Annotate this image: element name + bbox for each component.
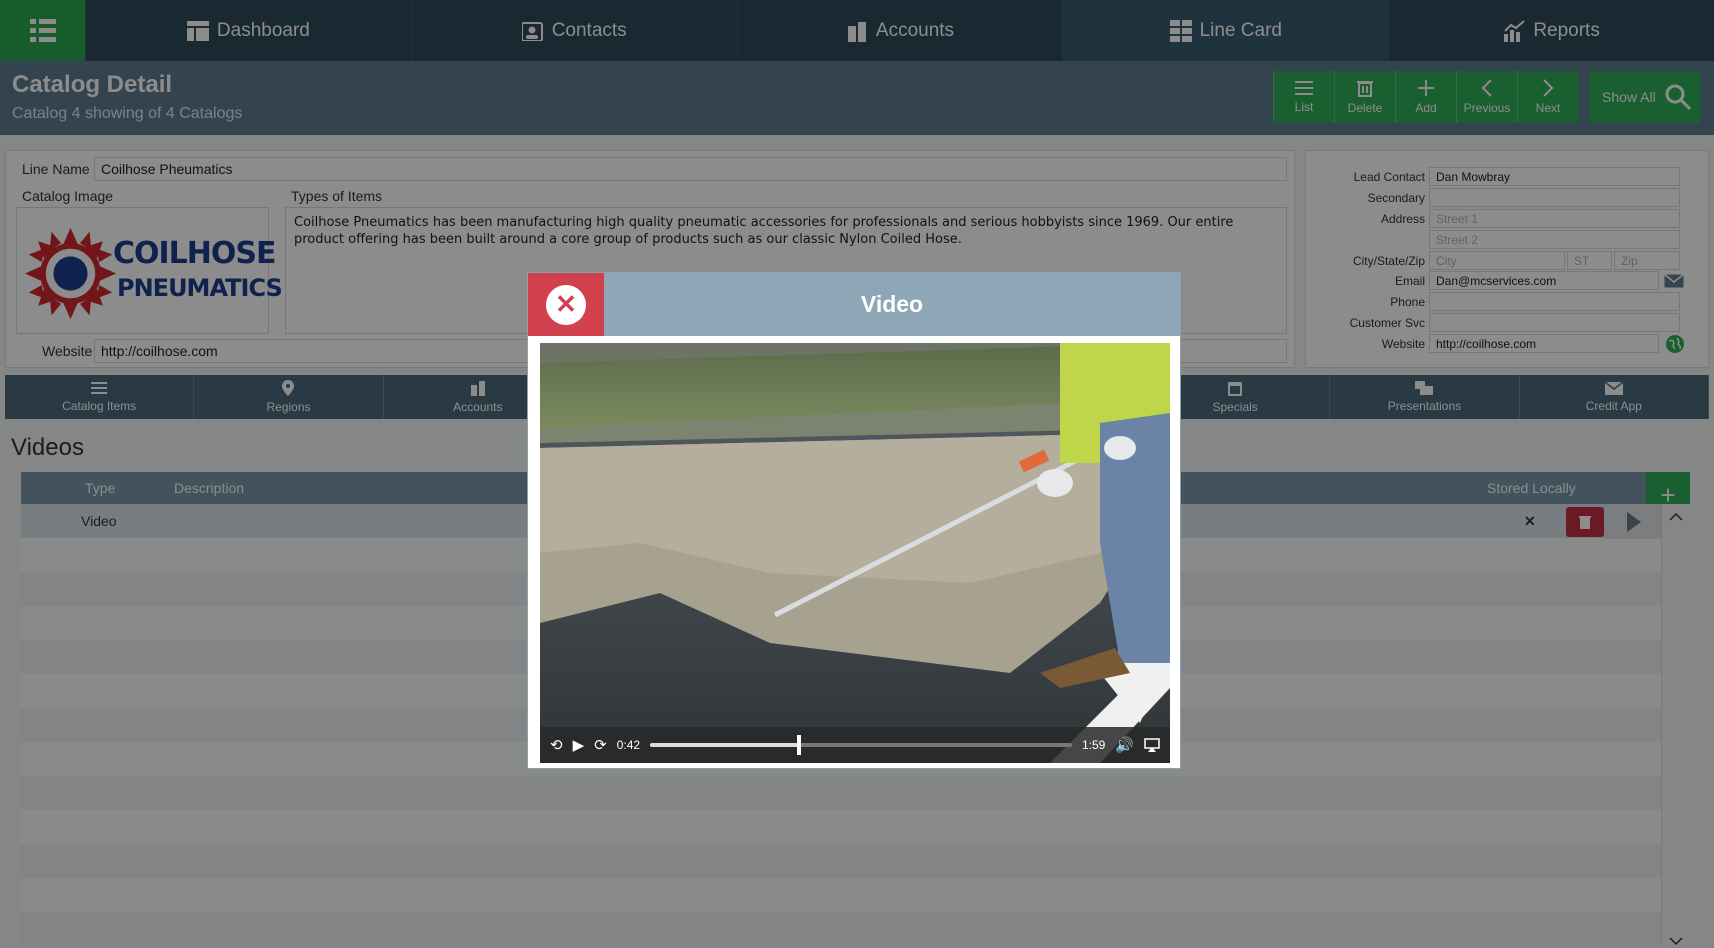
modal-header: ✕ Video	[528, 273, 1180, 336]
video-controls: ⟲ ▶ ⟳ 0:42 1:59 🔊	[540, 727, 1170, 763]
forward-15-icon[interactable]: ⟳	[594, 736, 607, 754]
close-modal-button[interactable]: ✕	[528, 273, 604, 336]
video-player[interactable]: ⟲ ▶ ⟳ 0:42 1:59 🔊	[540, 343, 1170, 763]
video-frame	[540, 343, 1170, 763]
progress-fill	[650, 743, 799, 747]
close-icon: ✕	[546, 284, 586, 325]
airplay-icon[interactable]	[1144, 738, 1160, 752]
play-icon[interactable]: ▶	[573, 736, 585, 754]
rewind-15-icon[interactable]: ⟲	[550, 736, 563, 754]
elapsed-time: 0:42	[616, 738, 641, 752]
duration-time: 1:59	[1081, 738, 1106, 752]
modal-title: Video	[860, 291, 924, 317]
video-modal: ✕ Video ⟲ ▶ ⟳ 0:42 1:59 🔊	[527, 272, 1181, 769]
volume-icon[interactable]: 🔊	[1115, 736, 1134, 754]
progress-handle[interactable]	[796, 735, 801, 755]
video-progress-bar[interactable]	[650, 735, 1072, 755]
